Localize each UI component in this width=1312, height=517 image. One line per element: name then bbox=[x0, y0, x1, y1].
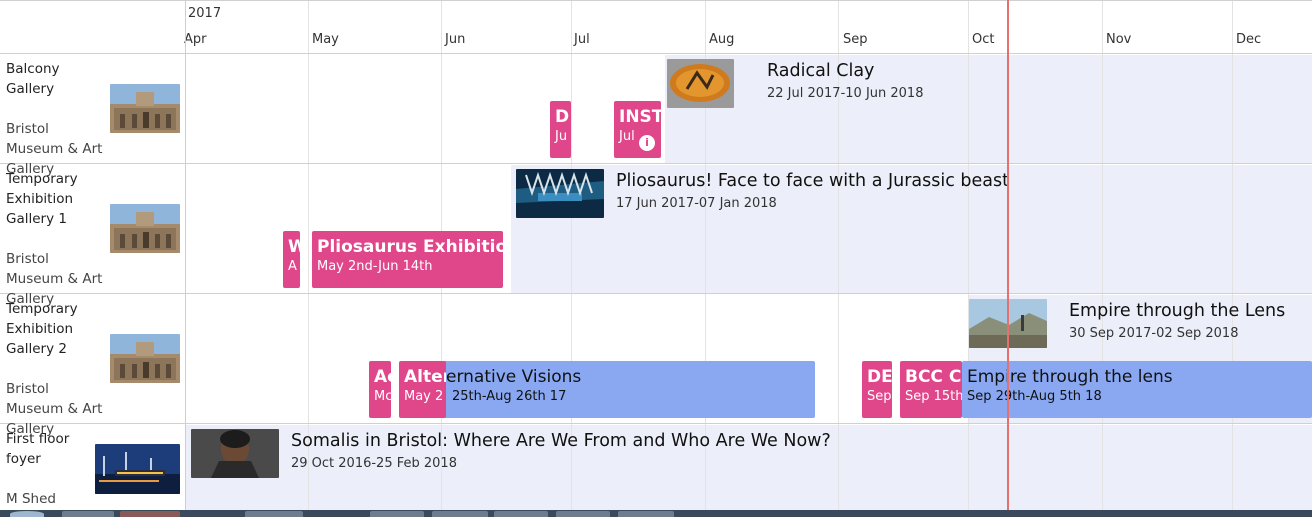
start-button[interactable] bbox=[10, 511, 44, 517]
event-title: Empire through the lens bbox=[967, 367, 1173, 387]
exhibition-dates: 17 Jun 2017-07 Jan 2018 bbox=[616, 196, 777, 211]
exhibition-title[interactable]: Pliosaurus! Face to face with a Jurassic… bbox=[616, 171, 1009, 191]
event-title: INSTA bbox=[619, 107, 661, 127]
event-block[interactable]: Ac Mc bbox=[369, 361, 391, 418]
exhibition-title[interactable]: Radical Clay bbox=[767, 61, 874, 81]
event-title: Pliosaurus Exhibition bbox=[317, 237, 503, 257]
event-block[interactable]: ernative Visions 25th-Aug 26th 17 bbox=[441, 361, 815, 418]
grid-line bbox=[1102, 0, 1103, 510]
somalis-thumbnail[interactable] bbox=[191, 429, 279, 478]
month-sep: Sep bbox=[843, 32, 868, 47]
row-divider bbox=[0, 163, 1312, 164]
event-block[interactable]: DE Sep bbox=[862, 361, 892, 418]
event-title: DE bbox=[867, 367, 892, 387]
month-jul: Jul bbox=[574, 32, 590, 47]
event-title: D bbox=[555, 107, 570, 127]
event-date: Sep 15th bbox=[905, 389, 962, 404]
month-jun: Jun bbox=[445, 32, 466, 47]
event-title: ernative Visions bbox=[446, 367, 582, 387]
museum-thumbnail bbox=[110, 84, 180, 133]
event-block[interactable]: BCC C Sep 15th bbox=[900, 361, 962, 418]
row-divider bbox=[0, 423, 1312, 424]
event-date: 25th-Aug 26th 17 bbox=[452, 389, 567, 404]
event-block[interactable]: Pliosaurus Exhibition May 2nd-Jun 14th bbox=[312, 231, 503, 288]
taskbar-item[interactable] bbox=[120, 511, 180, 517]
today-marker bbox=[1007, 0, 1009, 510]
event-date: Sep 29th-Aug 5th 18 bbox=[967, 389, 1102, 404]
museum-thumbnail bbox=[110, 334, 180, 383]
event-block[interactable]: D Ju bbox=[550, 101, 571, 158]
exhibition-dates: 22 Jul 2017-10 Jun 2018 bbox=[767, 86, 924, 101]
taskbar-item[interactable] bbox=[370, 511, 424, 517]
info-icon[interactable]: i bbox=[639, 135, 655, 151]
grid-line bbox=[968, 0, 969, 510]
m-shed-thumbnail bbox=[95, 444, 180, 494]
taskbar-item[interactable] bbox=[62, 511, 114, 517]
event-title: Ac bbox=[374, 367, 391, 387]
event-title: W bbox=[288, 237, 300, 257]
month-may: May bbox=[312, 32, 339, 47]
event-date: Ju bbox=[555, 129, 568, 144]
month-nov: Nov bbox=[1106, 32, 1132, 47]
month-oct: Oct bbox=[972, 32, 995, 47]
label-column-divider bbox=[185, 0, 186, 510]
taskbar-item[interactable] bbox=[245, 511, 303, 517]
museum-thumbnail bbox=[110, 204, 180, 253]
taskbar-item[interactable] bbox=[618, 511, 674, 517]
band-radical-clay bbox=[665, 55, 1312, 163]
row-label-balcony-gallery: Balcony Gallery bbox=[6, 61, 60, 97]
event-block[interactable]: W A bbox=[283, 231, 300, 288]
exhibition-title[interactable]: Somalis in Bristol: Where Are We From an… bbox=[291, 431, 831, 451]
event-block[interactable]: Alter May 2 bbox=[399, 361, 446, 418]
grid-line bbox=[1232, 0, 1233, 510]
radical-clay-thumbnail[interactable] bbox=[667, 59, 734, 108]
row-divider bbox=[0, 0, 1312, 1]
pliosaurus-thumbnail[interactable] bbox=[516, 169, 604, 218]
event-date: Sep bbox=[867, 389, 892, 404]
row-divider bbox=[0, 293, 1312, 294]
exhibition-title[interactable]: Empire through the Lens bbox=[1069, 301, 1285, 321]
taskbar-item[interactable] bbox=[432, 511, 488, 517]
event-title: BCC C bbox=[905, 367, 962, 387]
taskbar-item[interactable] bbox=[494, 511, 548, 517]
exhibition-dates: 29 Oct 2016-25 Feb 2018 bbox=[291, 456, 457, 471]
event-block[interactable]: INSTA Jul bbox=[614, 101, 661, 158]
event-date: Mc bbox=[374, 389, 391, 404]
event-date: May 2nd-Jun 14th bbox=[317, 259, 433, 274]
event-date: A bbox=[288, 259, 297, 274]
month-apr: Apr bbox=[184, 32, 207, 47]
year-label: 2017 bbox=[188, 6, 222, 21]
event-date: May 2 bbox=[404, 389, 444, 404]
exhibition-dates: 30 Sep 2017-02 Sep 2018 bbox=[1069, 326, 1239, 341]
row-label-temp-gallery-1: Temporary Exhibition Gallery 1 bbox=[6, 171, 78, 227]
row-label-first-floor-foyer: First floor foyer bbox=[6, 431, 70, 467]
event-title: Alter bbox=[404, 367, 446, 387]
row-label-temp-gallery-2: Temporary Exhibition Gallery 2 bbox=[6, 301, 78, 357]
taskbar-item[interactable] bbox=[556, 511, 610, 517]
month-dec: Dec bbox=[1236, 32, 1262, 47]
row-divider bbox=[0, 53, 1312, 54]
month-aug: Aug bbox=[709, 32, 735, 47]
event-block[interactable]: Empire through the lens Sep 29th-Aug 5th… bbox=[962, 361, 1312, 418]
